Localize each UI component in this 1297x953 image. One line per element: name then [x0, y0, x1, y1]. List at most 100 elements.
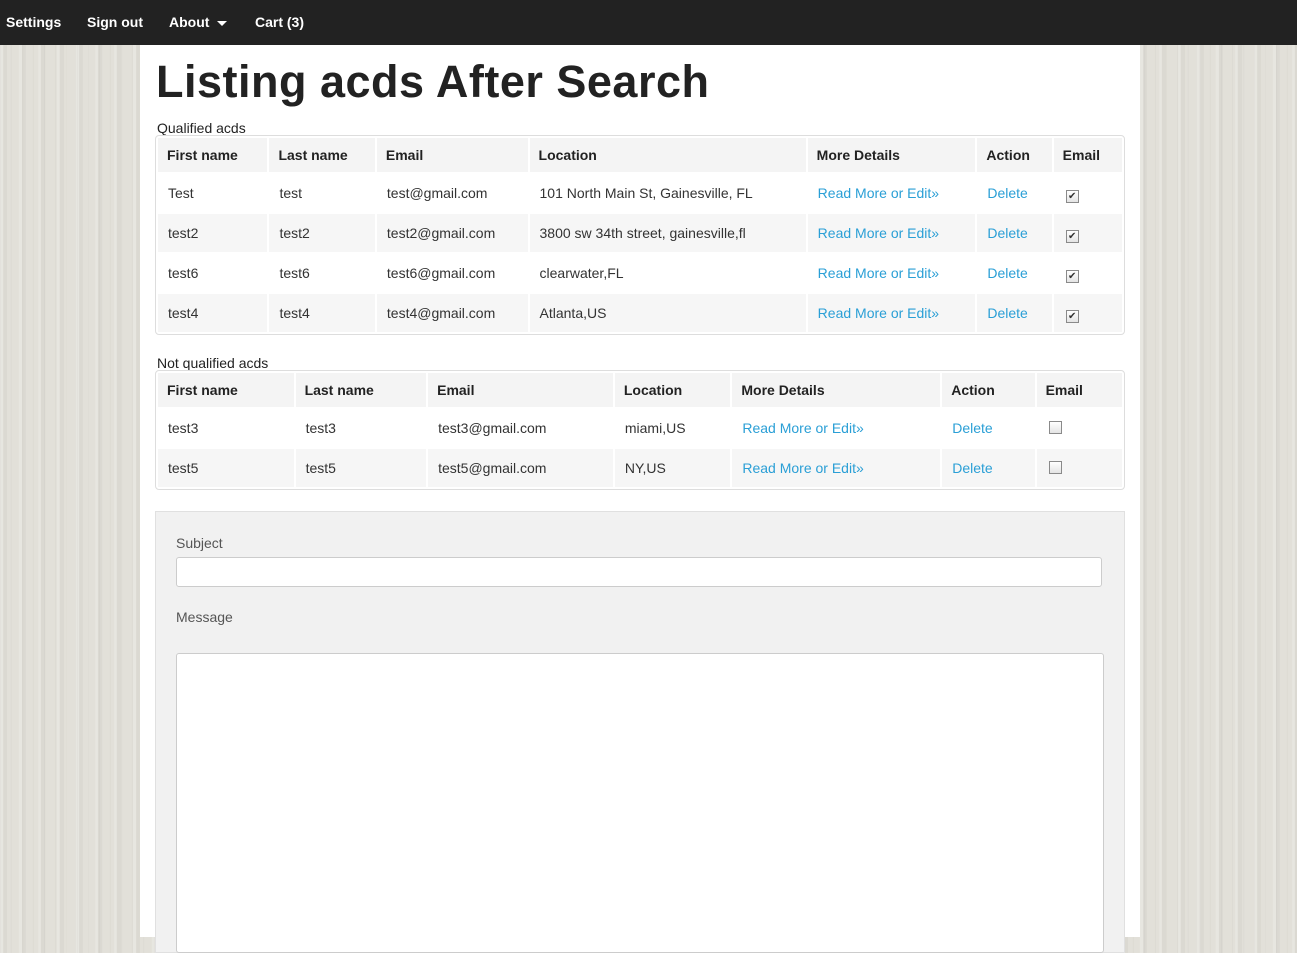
table-row: test6 test6 test6@gmail.com clearwater,FL Re…	[158, 254, 1122, 292]
table-row: test5 test5 test5@gmail.com NY,US Read More …	[158, 449, 1122, 487]
cell-location: miami,US	[624, 420, 686, 436]
not-qualified-table: First name Last name Email Location More…	[156, 371, 1124, 489]
cell-first-name: test5	[158, 449, 294, 487]
cell-first-name: Test	[168, 185, 194, 201]
cell-email-select: ✔	[1053, 214, 1122, 252]
column-header-email-select: Email	[1053, 138, 1122, 172]
email-checkbox[interactable]	[1048, 461, 1062, 474]
email-checkbox[interactable]: ✔	[1065, 229, 1079, 243]
column-header-action: Action	[977, 138, 1052, 172]
cell-location: 101 North Main St, Gainesville, FL	[539, 185, 753, 201]
delete-link[interactable]: Delete	[987, 265, 1027, 281]
cell-more-details: Read More or Edit»	[732, 449, 941, 487]
cell-location: Atlanta,US	[529, 294, 806, 332]
email-checkbox[interactable]: ✔	[1065, 269, 1079, 283]
read-more-edit-link[interactable]: Read More or Edit»	[818, 185, 939, 201]
email-checkbox[interactable]: ✔	[1065, 309, 1079, 323]
qualified-table-container: First name Last name Email Location More…	[155, 135, 1125, 335]
message-textarea[interactable]	[176, 653, 1104, 953]
cell-action: Delete	[942, 449, 1035, 487]
top-navbar: Settings Sign out About Cart (3)	[0, 0, 1297, 45]
nav-signout-link[interactable]: Sign out	[87, 0, 143, 45]
page-title: Listing acds After Search	[156, 56, 710, 107]
cell-more-details: Read More or Edit»	[807, 294, 976, 332]
cell-action: Delete	[977, 174, 1051, 212]
nav-settings-link[interactable]: Settings	[6, 0, 61, 45]
cell-email: test@gmail.com	[386, 185, 488, 201]
delete-link[interactable]: Delete	[987, 305, 1027, 321]
cell-location: NY,US	[614, 449, 731, 487]
qualified-table: First name Last name Email Location More…	[156, 136, 1124, 334]
subject-input[interactable]	[176, 557, 1102, 587]
cell-action: Delete	[977, 294, 1052, 332]
delete-link[interactable]: Delete	[952, 420, 992, 436]
delete-link[interactable]: Delete	[952, 460, 992, 476]
column-header-email: Email	[428, 373, 613, 407]
nav-about-dropdown[interactable]: About	[169, 0, 228, 45]
cell-email-select: ✔	[1054, 174, 1122, 212]
email-compose-form: Subject Message	[155, 511, 1125, 953]
cell-first-name: test2	[158, 214, 268, 252]
cell-location: 3800 sw 34th street, gainesville,fl	[529, 214, 806, 252]
read-more-edit-link[interactable]: Read More or Edit»	[818, 265, 939, 281]
table-row: test3 test3 test3@gmail.com miami,US Read Mo…	[158, 409, 1122, 447]
main-container: Listing acds After Search Qualified acds…	[140, 45, 1140, 953]
email-checkbox[interactable]	[1048, 421, 1062, 434]
column-header-first-name: First name	[158, 373, 294, 407]
cell-more-details: Read More or Edit»	[807, 214, 976, 252]
cell-last-name: test3	[305, 420, 336, 436]
table-header-row: First name Last name Email Location More…	[158, 373, 1122, 407]
delete-link[interactable]: Delete	[987, 225, 1027, 241]
delete-link[interactable]: Delete	[987, 185, 1027, 201]
cell-email-select: ✔	[1054, 254, 1122, 292]
table-header-row: First name Last name Email Location More…	[158, 138, 1122, 172]
subject-label: Subject	[176, 535, 223, 551]
cell-first-name: test4	[158, 294, 268, 332]
column-header-email-select: Email	[1036, 373, 1122, 407]
table-row: test2 test2 test2@gmail.com 3800 sw 34th st…	[158, 214, 1122, 252]
cell-action: Delete	[942, 409, 1034, 447]
nav-about-label: About	[169, 14, 210, 30]
cell-action: Delete	[977, 254, 1051, 292]
column-header-last-name: Last name	[295, 373, 427, 407]
column-header-email: Email	[376, 138, 528, 172]
cell-first-name: test6	[168, 265, 199, 281]
column-header-more-details: More Details	[732, 373, 941, 407]
cell-email-select	[1036, 449, 1122, 487]
column-header-first-name: First name	[158, 138, 268, 172]
cell-action: Delete	[977, 214, 1052, 252]
not-qualified-table-container: First name Last name Email Location More…	[155, 370, 1125, 490]
cell-last-name: test5	[295, 449, 427, 487]
column-header-action: Action	[942, 373, 1035, 407]
cell-email: test3@gmail.com	[438, 420, 547, 436]
cell-email: test5@gmail.com	[428, 449, 613, 487]
cell-email-select: ✔	[1053, 294, 1122, 332]
read-more-edit-link[interactable]: Read More or Edit»	[742, 420, 863, 436]
cell-last-name: test6	[279, 265, 310, 281]
table-row: Test test test@gmail.com 101 North Main St,…	[158, 174, 1122, 212]
cell-email: test4@gmail.com	[376, 294, 528, 332]
cell-more-details: Read More or Edit»	[808, 254, 976, 292]
message-label: Message	[176, 609, 233, 625]
caret-down-icon	[217, 20, 228, 26]
cell-last-name: test4	[269, 294, 375, 332]
read-more-edit-link[interactable]: Read More or Edit»	[818, 225, 939, 241]
column-header-location: Location	[529, 138, 806, 172]
table-row: test4 test4 test4@gmail.com Atlanta,US Read …	[158, 294, 1122, 332]
cell-location: clearwater,FL	[539, 265, 624, 281]
cell-email: test2@gmail.com	[376, 214, 528, 252]
nav-cart-link[interactable]: Cart (3)	[255, 0, 304, 45]
cell-last-name: test2	[269, 214, 375, 252]
qualified-section-label: Qualified acds	[157, 120, 246, 136]
cell-more-details: Read More or Edit»	[808, 174, 976, 212]
cell-first-name: test3	[168, 420, 199, 436]
cell-more-details: Read More or Edit»	[732, 409, 940, 447]
cell-email: test6@gmail.com	[386, 265, 496, 281]
column-header-last-name: Last name	[269, 138, 375, 172]
read-more-edit-link[interactable]: Read More or Edit»	[818, 305, 939, 321]
email-checkbox[interactable]: ✔	[1065, 189, 1079, 203]
column-header-location: Location	[614, 373, 731, 407]
read-more-edit-link[interactable]: Read More or Edit»	[742, 460, 863, 476]
column-header-more-details: More Details	[807, 138, 976, 172]
not-qualified-section-label: Not qualified acds	[157, 355, 269, 371]
